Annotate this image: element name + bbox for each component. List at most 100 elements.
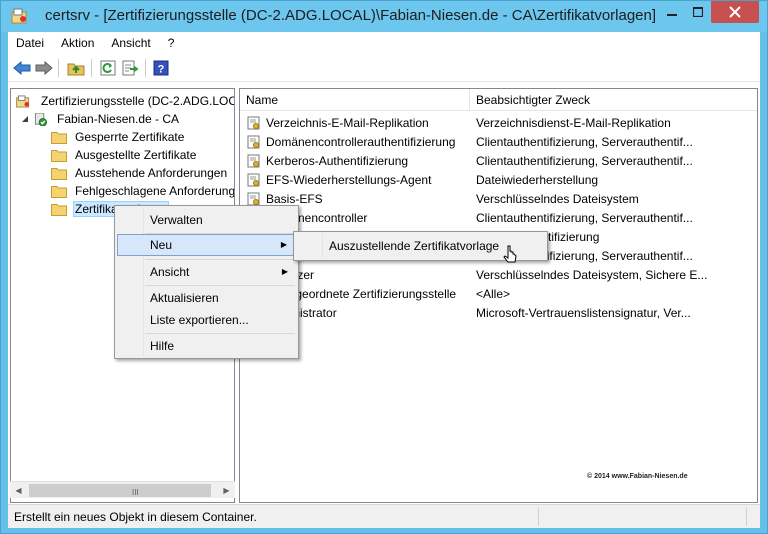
- list-row[interactable]: Administrator Microsoft-Vertrauenslistens…: [240, 303, 757, 322]
- help-icon: ?: [153, 60, 169, 76]
- certificate-template-icon: [247, 135, 260, 148]
- copyright-watermark: © 2014 www.Fabian-Niesen.de: [587, 473, 688, 480]
- column-header-purpose[interactable]: Beabsichtigter Zweck: [470, 89, 757, 111]
- up-level-button[interactable]: [66, 58, 86, 78]
- context-menu: Verwalten Neu ▶ Ansicht ▶ Aktualisieren …: [114, 205, 299, 359]
- refresh-button[interactable]: [98, 58, 118, 78]
- template-purpose: Verzeichnisdienst-E-Mail-Replikation: [476, 115, 671, 130]
- toolbar-separator: [91, 59, 92, 77]
- minimize-icon: [667, 14, 677, 16]
- window-title: certsrv - [Zertifizierungsstelle (DC-2.A…: [45, 7, 657, 24]
- tree-folder-label: Ausstehende Anforderungen: [75, 166, 228, 180]
- folder-icon: [51, 149, 67, 162]
- scroll-right-arrow-icon[interactable]: ▶: [218, 482, 235, 499]
- template-name: EFS-Wiederherstellungs-Agent: [266, 172, 432, 187]
- menu-item-aktualisieren[interactable]: Aktualisieren: [117, 287, 296, 309]
- folder-up-icon: [67, 63, 85, 76]
- menu-ansicht[interactable]: Ansicht: [103, 32, 159, 54]
- forward-button[interactable]: [34, 58, 54, 78]
- refresh-icon: [100, 60, 116, 76]
- list-header: Name Beabsichtigter Zweck: [240, 89, 757, 111]
- submenu-arrow-icon: ▶: [280, 240, 287, 249]
- template-purpose: <Alle>: [476, 286, 511, 301]
- list-row[interactable]: Untergeordnete Zertifizierungsstelle <All…: [240, 284, 757, 303]
- tree-ca[interactable]: Fabian-Niesen.de - CA: [21, 110, 181, 128]
- menu-item-verwalten[interactable]: Verwalten: [117, 209, 296, 231]
- tree-folder-label: Fehlgeschlagene Anforderungen: [75, 184, 235, 198]
- svg-text:?: ?: [158, 64, 165, 76]
- template-name: Kerberos-Authentifizierung: [266, 153, 409, 168]
- tree-folder-pending[interactable]: Ausstehende Anforderungen: [51, 164, 229, 182]
- template-purpose: Microsoft-Vertrauenslistensignatur, Ver.…: [476, 305, 691, 320]
- status-divider: [538, 508, 539, 526]
- scroll-left-arrow-icon[interactable]: ◀: [10, 482, 27, 499]
- tree-folder-label: Ausgestellte Zertifikate: [75, 148, 197, 162]
- list-row[interactable]: Domänencontroller Clientauthentifizierung…: [240, 208, 757, 227]
- expanded-triangle-icon[interactable]: [21, 115, 29, 123]
- certsrv-root-icon: [16, 94, 30, 108]
- list-row[interactable]: Kerberos-Authentifizierung Clientauthenti…: [240, 151, 757, 170]
- menu-item-ansicht-label: Ansicht: [150, 265, 190, 279]
- menu-bar: Datei Aktion Ansicht ?: [8, 32, 760, 54]
- template-name: Basis-EFS: [266, 191, 323, 206]
- template-name: Administrator: [266, 305, 337, 320]
- scroll-grip: III: [132, 488, 139, 497]
- arrow-right-icon: [35, 61, 53, 75]
- menu-item-liste-exportieren[interactable]: Liste exportieren...: [117, 309, 296, 331]
- list-row[interactable]: EFS-Wiederherstellungs-Agent Dateiwiederh…: [240, 170, 757, 189]
- menu-separator: [145, 259, 295, 260]
- template-purpose: Clientauthentifizierung, Serverauthentif…: [476, 134, 693, 149]
- status-text: Erstellt ein neues Objekt in diesem Cont…: [14, 510, 257, 524]
- details-list[interactable]: Name Beabsichtigter Zweck Verzeichnis-E-…: [239, 88, 758, 503]
- template-purpose: Verschlüsselndes Dateisystem: [476, 191, 639, 206]
- close-icon: [729, 6, 741, 18]
- certificate-template-icon: [247, 154, 260, 167]
- list-row[interactable]: Basis-EFS Verschlüsselndes Dateisystem: [240, 189, 757, 208]
- folder-icon: [51, 203, 67, 216]
- close-button[interactable]: [711, 1, 759, 23]
- certificate-template-icon: [247, 173, 260, 186]
- tree-folder-failed[interactable]: Fehlgeschlagene Anforderungen: [51, 182, 235, 200]
- certsrv-app-icon: [11, 8, 27, 24]
- submenu-arrow-icon: ▶: [281, 267, 288, 276]
- menu-datei[interactable]: Datei: [8, 32, 53, 54]
- help-button[interactable]: ?: [151, 58, 171, 78]
- app-window: certsrv - [Zertifizierungsstelle (DC-2.A…: [0, 0, 768, 534]
- menu-item-hilfe[interactable]: Hilfe: [117, 335, 296, 357]
- template-purpose: Dateiwiederherstellung: [476, 172, 599, 187]
- scroll-thumb[interactable]: III: [29, 484, 211, 497]
- column-header-name[interactable]: Name: [240, 89, 470, 111]
- tree-root[interactable]: Zertifizierungsstelle (DC-2.ADG.LOCAL): [15, 92, 235, 110]
- template-name: Domänencontroller: [266, 210, 368, 225]
- list-row[interactable]: BenutzerVerschlüsselndes Dateisystem, Si…: [240, 265, 757, 284]
- back-button[interactable]: [12, 58, 32, 78]
- template-purpose: Clientauthentifizierung, Serverauthentif…: [476, 153, 693, 168]
- menu-separator: [145, 285, 295, 286]
- maximize-button[interactable]: [685, 1, 711, 23]
- export-list-button[interactable]: [120, 58, 140, 78]
- title-bar[interactable]: certsrv - [Zertifizierungsstelle (DC-2.A…: [1, 1, 767, 32]
- toolbar: ?: [8, 54, 760, 82]
- status-divider: [746, 508, 747, 526]
- tree-horizontal-scrollbar[interactable]: ◀ III ▶: [10, 481, 235, 498]
- menu-separator: [145, 333, 295, 334]
- tree-ca-label: Fabian-Niesen.de - CA: [57, 112, 180, 126]
- menu-help[interactable]: ?: [160, 32, 184, 54]
- minimize-button[interactable]: [659, 1, 685, 23]
- template-name: Domänencontrollerauthentifizierung: [266, 134, 456, 149]
- tree-folder-revoked[interactable]: Gesperrte Zertifikate: [51, 128, 186, 146]
- menu-aktion[interactable]: Aktion: [53, 32, 103, 54]
- menu-item-neu[interactable]: Neu ▶: [117, 234, 296, 256]
- menu-item-ansicht[interactable]: Ansicht ▶: [117, 261, 296, 283]
- toolbar-separator: [58, 59, 59, 77]
- mouse-pointer-icon: [503, 245, 517, 263]
- menu-item-neu-label: Neu: [150, 238, 173, 252]
- folder-icon: [51, 185, 67, 198]
- arrow-left-icon: [13, 61, 31, 75]
- ca-server-icon: [34, 112, 48, 126]
- certificate-template-icon: [247, 192, 260, 205]
- tree-root-label: Zertifizierungsstelle (DC-2.ADG.LOCAL): [41, 94, 235, 108]
- list-row[interactable]: Verzeichnis-E-Mail-Replikation Verzeichni…: [240, 113, 757, 132]
- list-row[interactable]: Domänencontrollerauthentifizierung Client…: [240, 132, 757, 151]
- tree-folder-issued[interactable]: Ausgestellte Zertifikate: [51, 146, 198, 164]
